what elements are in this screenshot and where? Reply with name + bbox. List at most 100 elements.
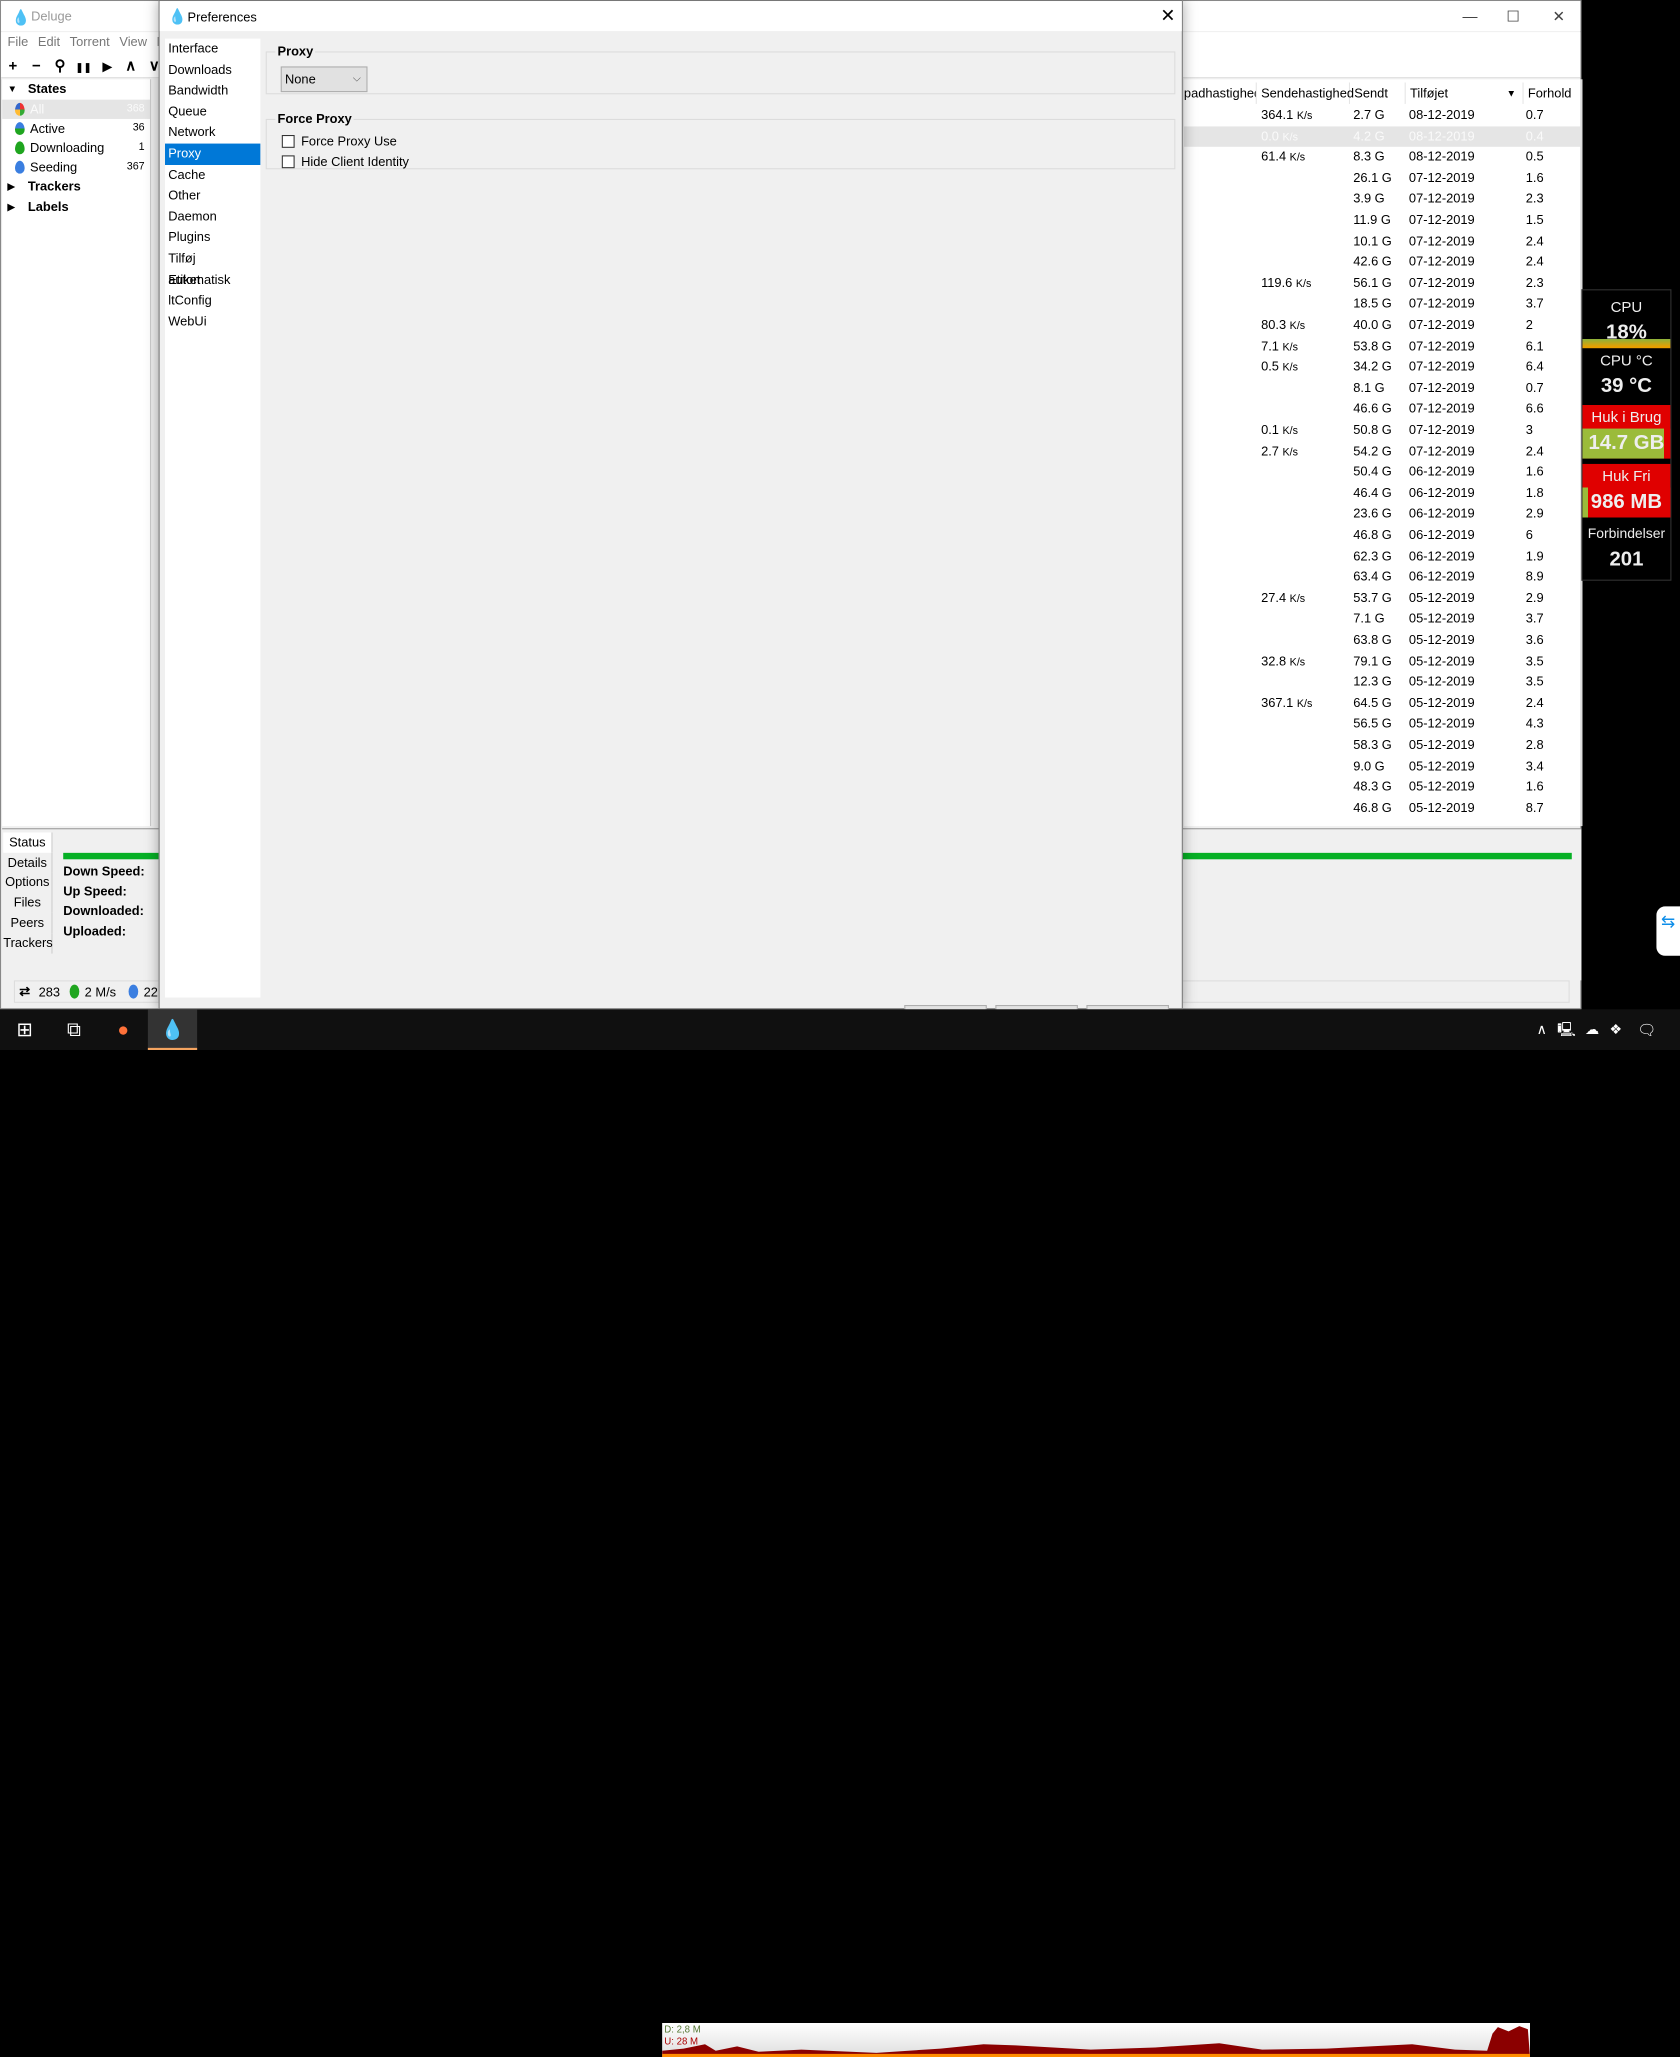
table-row[interactable]: 32.8 K/s 79.1 G 05-12-2019 3.5	[1184, 651, 1580, 672]
table-row[interactable]: 48.3 G 05-12-2019 1.6	[1184, 777, 1580, 798]
column-header-upload-speed[interactable]: Sendehastighed	[1257, 82, 1354, 104]
maximize-button[interactable]: ☐	[1506, 8, 1519, 26]
menu-torrent[interactable]: Torrent	[70, 34, 110, 49]
remove-torrent-button[interactable]: −	[25, 53, 49, 79]
table-row[interactable]: 56.5 G 05-12-2019 4.3	[1184, 714, 1580, 735]
table-row[interactable]: 0.5 K/s 34.2 G 07-12-2019 6.4	[1184, 357, 1580, 378]
sidebar-scrollbar[interactable]	[150, 79, 159, 827]
deluge-taskbar-icon[interactable]: 💧	[147, 1009, 198, 1051]
category-daemon[interactable]: Daemon	[165, 207, 260, 228]
category-network[interactable]: Network	[165, 123, 260, 144]
cloud-upload-icon[interactable]: ☁	[1579, 1009, 1605, 1050]
menu-file[interactable]: File	[8, 34, 29, 49]
upload-speed[interactable]: 22	[144, 985, 158, 1000]
table-row[interactable]: 62.3 G 06-12-2019 1.9	[1184, 546, 1580, 567]
states-header[interactable]: ▼ States	[2, 79, 150, 99]
pause-button[interactable]: ❚❚	[72, 55, 96, 81]
table-row[interactable]: 46.8 G 06-12-2019 6	[1184, 525, 1580, 546]
table-row[interactable]: 26.1 G 07-12-2019 1.6	[1184, 168, 1580, 189]
trackers-header[interactable]: ▶ Trackers	[2, 177, 150, 197]
connections-count[interactable]: 283	[39, 985, 60, 1000]
table-row[interactable]: 27.4 K/s 53.7 G 05-12-2019 2.9	[1184, 588, 1580, 609]
add-torrent-button[interactable]: +	[1, 53, 25, 79]
category-webui[interactable]: WebUi	[165, 311, 260, 332]
search-button[interactable]: ⚲	[48, 53, 72, 79]
sidebar-item-seeding[interactable]: Seeding 367	[2, 158, 150, 177]
start-button[interactable]: ⊞	[0, 1009, 49, 1050]
table-row[interactable]: 3.9 G 07-12-2019 2.3	[1184, 189, 1580, 210]
table-row[interactable]: 0.0 K/s 4.2 G 08-12-2019 0.4	[1183, 125, 1581, 147]
teamviewer-icon[interactable]: ⇆	[1656, 906, 1680, 956]
category-plugins[interactable]: Plugins	[165, 228, 260, 249]
firefox-icon[interactable]: ●	[99, 1009, 148, 1050]
table-row[interactable]: 364.1 K/s 2.7 G 08-12-2019 0.7	[1184, 105, 1580, 126]
table-row[interactable]: 50.4 G 06-12-2019 1.6	[1184, 462, 1580, 483]
resume-button[interactable]: ▶	[95, 55, 119, 81]
table-row[interactable]: 23.6 G 06-12-2019 2.9	[1184, 504, 1580, 525]
table-row[interactable]: 12.3 G 05-12-2019 3.5	[1184, 672, 1580, 693]
category-interface[interactable]: Interface	[165, 39, 260, 60]
category-ltconfig[interactable]: ltConfig	[165, 290, 260, 311]
hide-client-identity-label[interactable]: Hide Client Identity	[301, 154, 409, 169]
notifications-icon[interactable]: 🗨	[1631, 1009, 1663, 1050]
ratio-cell: 6.6	[1525, 401, 1544, 417]
tab-peers[interactable]: Peers	[3, 912, 53, 933]
sidebar-item-all[interactable]: All 368	[2, 99, 151, 119]
labels-header[interactable]: ▶ Labels	[2, 197, 150, 217]
table-row[interactable]: 11.9 G 07-12-2019 1.5	[1184, 210, 1580, 231]
download-speed[interactable]: 2 M/s	[85, 985, 116, 1000]
table-row[interactable]: 46.8 G 05-12-2019 8.7	[1184, 798, 1580, 819]
force-proxy-use-checkbox[interactable]	[281, 135, 295, 148]
table-row[interactable]: 80.3 K/s 40.0 G 07-12-2019 2	[1184, 315, 1580, 336]
table-row[interactable]: 42.6 G 07-12-2019 2.4	[1184, 252, 1580, 273]
table-row[interactable]: 2.7 K/s 54.2 G 07-12-2019 2.4	[1184, 441, 1580, 462]
table-row[interactable]: 46.6 G 07-12-2019 6.6	[1184, 399, 1580, 420]
queue-up-button[interactable]: ∧	[119, 53, 143, 79]
task-view-button[interactable]: ⧉	[49, 1009, 98, 1050]
show-hidden-icons-button[interactable]: ∧	[1530, 1009, 1554, 1050]
tab-trackers[interactable]: Trackers	[3, 932, 53, 954]
table-row[interactable]: 63.4 G 06-12-2019 8.9	[1184, 567, 1580, 588]
network-icon[interactable]: 🖳	[1554, 1009, 1580, 1050]
table-row[interactable]: 46.4 G 06-12-2019 1.8	[1184, 483, 1580, 504]
hide-client-identity-checkbox[interactable]	[281, 155, 295, 169]
category-downloads[interactable]: Downloads	[165, 60, 260, 81]
tab-details[interactable]: Details	[3, 852, 53, 873]
table-row[interactable]: 9.0 G 05-12-2019 3.4	[1184, 756, 1580, 777]
table-row[interactable]: 7.1 G 05-12-2019 3.7	[1184, 609, 1580, 630]
table-row[interactable]: 61.4 K/s 8.3 G 08-12-2019 0.5	[1184, 147, 1580, 168]
status-label: Up Speed:	[63, 883, 127, 899]
table-row[interactable]: 7.1 K/s 53.8 G 07-12-2019 6.1	[1184, 336, 1580, 357]
table-row[interactable]: 63.8 G 05-12-2019 3.6	[1184, 630, 1580, 651]
tab-status[interactable]: Status	[3, 832, 53, 853]
table-row[interactable]: 119.6 K/s 56.1 G 07-12-2019 2.3	[1184, 273, 1580, 294]
column-header-ratio[interactable]: Forhold	[1524, 83, 1581, 104]
table-row[interactable]: 8.1 G 07-12-2019 0.7	[1184, 378, 1580, 399]
minimize-button[interactable]: —	[1463, 8, 1478, 25]
proxy-type-select[interactable]: None ⌵	[280, 66, 368, 93]
sidebar-item-downloading[interactable]: Downloading 1	[2, 138, 150, 157]
category-queue[interactable]: Queue	[165, 102, 260, 123]
category-bandwidth[interactable]: Bandwidth	[165, 81, 260, 102]
column-header-added[interactable]: Tilføjet ▼	[1406, 82, 1524, 104]
close-button[interactable]: ✕	[1553, 8, 1566, 26]
category-tilføj-automatisk[interactable]: Tilføj automatisk	[165, 249, 260, 287]
table-row[interactable]: 367.1 K/s 64.5 G 05-12-2019 2.4	[1184, 693, 1580, 714]
category-proxy[interactable]: Proxy	[165, 143, 261, 165]
column-header-sent[interactable]: Sendt	[1350, 82, 1406, 104]
table-row[interactable]: 0.1 K/s 50.8 G 07-12-2019 3	[1184, 420, 1580, 441]
force-proxy-use-label[interactable]: Force Proxy Use	[301, 134, 397, 149]
category-cache[interactable]: Cache	[165, 165, 260, 186]
sidebar-item-active[interactable]: Active 36	[2, 119, 150, 138]
tab-files[interactable]: Files	[3, 892, 53, 913]
column-header-speed[interactable]: padhastighed	[1180, 82, 1257, 104]
table-row[interactable]: 58.3 G 05-12-2019 2.8	[1184, 735, 1580, 756]
tab-options[interactable]: Options	[3, 872, 53, 893]
table-row[interactable]: 10.1 G 07-12-2019 2.4	[1184, 231, 1580, 252]
dropbox-icon[interactable]: ❖	[1603, 1009, 1629, 1050]
dialog-close-button[interactable]: ✕	[1160, 5, 1175, 26]
category-other[interactable]: Other	[165, 186, 260, 207]
menu-view[interactable]: View	[119, 34, 147, 49]
menu-edit[interactable]: Edit	[38, 34, 60, 49]
table-row[interactable]: 18.5 G 07-12-2019 3.7	[1184, 294, 1580, 315]
